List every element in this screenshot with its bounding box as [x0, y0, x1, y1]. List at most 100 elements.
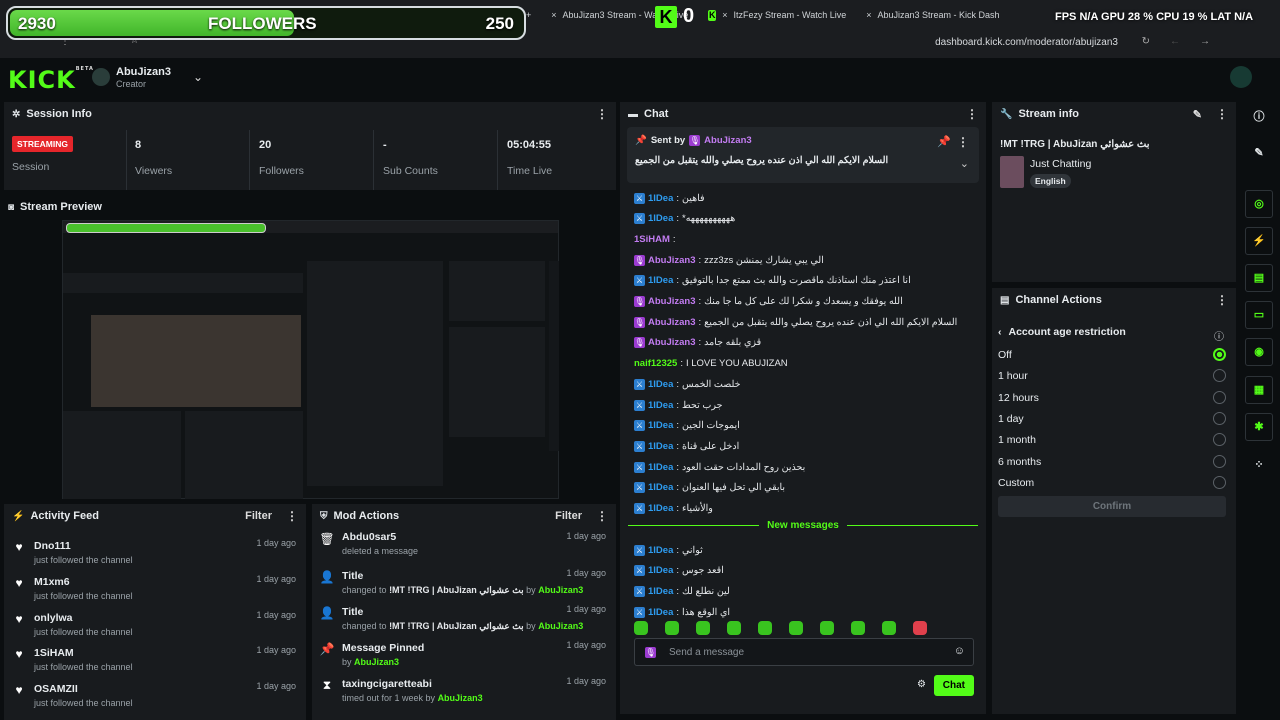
option-12-hours[interactable]: 12 hours [998, 390, 1226, 406]
list-item[interactable]: 🗑 Abdu0sar5 deleted a message 1 day ago [312, 528, 616, 563]
chat-message[interactable]: ⚔ 1IDea: جرب تحط [634, 397, 976, 413]
kick-logo[interactable]: KICKBETA [8, 66, 94, 94]
chat-message[interactable]: ⚔ 1IDea: بحذين روح المدادات حقت العود [634, 459, 976, 475]
emote-icon[interactable] [851, 621, 865, 635]
list-item[interactable]: ⧗ taxingcigaretteabi timed out for 1 week … [312, 670, 616, 705]
chat-username[interactable]: AbuJizan3 [648, 296, 696, 307]
unpin-icon[interactable]: 📌 [937, 135, 951, 148]
broadcast-icon[interactable]: ◉ [1245, 338, 1273, 366]
chat-message[interactable]: ⚔ 1IDea: ثواني [634, 542, 976, 558]
emote-icon[interactable] [882, 621, 896, 635]
confirm-button[interactable]: Confirm [998, 496, 1226, 517]
chat-username[interactable]: 1IDea [648, 545, 673, 556]
wrench-icon[interactable]: ✱ [1245, 413, 1273, 441]
back-icon[interactable]: ← [1170, 36, 1180, 47]
chat-username[interactable]: AbuJizan3 [648, 337, 696, 348]
list-item[interactable]: ♥ M1xm6 just followed the channel 1 day ago [4, 568, 306, 603]
bolt-icon[interactable]: ⚡ [1245, 227, 1273, 255]
chat-message[interactable]: ⚔ 1IDea: *ههههههههههه [634, 211, 976, 227]
chat-username[interactable]: naif12325 [634, 358, 677, 369]
chevron-down-icon[interactable]: ⌄ [193, 70, 203, 84]
chat-message[interactable]: 🎙 AbuJizan3: قزي بلقه جامد [634, 335, 976, 351]
chat-message[interactable]: 🎙 AbuJizan3: zzz3zs الي يبي يشارك يمنشن [634, 252, 976, 268]
list-item[interactable]: 📌 Message Pinned by AbuJizan3 1 day ago [312, 634, 616, 669]
tab-kick-dash[interactable]: × AbuJizan3 Stream - Kick Dash [860, 5, 1005, 25]
chat-username[interactable]: 1SiHAM [634, 234, 670, 245]
chat-message[interactable]: ⚔ 1IDea: اقعد جوس [634, 563, 976, 579]
chat-username[interactable]: 1IDea [648, 420, 673, 431]
category-name[interactable]: Just Chatting [1030, 158, 1091, 170]
chat-username[interactable]: AbuJizan3 [648, 317, 696, 328]
more-icon[interactable]: ⋮ [957, 135, 969, 149]
chat-username[interactable]: 1IDea [648, 379, 673, 390]
more-icon[interactable]: ⋮ [1216, 107, 1228, 121]
option-1-day[interactable]: 1 day [998, 411, 1226, 427]
chat-message[interactable]: 🎙 AbuJizan3: الله يوفقك و يسعدك و شكرا لك … [634, 294, 976, 310]
url-text[interactable]: dashboard.kick.com/moderator/abujizan3 [935, 37, 1118, 48]
pencil-icon[interactable]: ✎ [1193, 108, 1202, 121]
chat-username[interactable]: 1IDea [648, 441, 673, 452]
forward-icon[interactable]: → [1200, 36, 1210, 47]
list-item[interactable]: ♥ 1SiHAM just followed the channel 1 day ag… [4, 639, 306, 674]
chat-message[interactable]: ⚔ 1IDea: ادخل على قناة [634, 438, 976, 454]
pencil-icon[interactable]: ✎ [1245, 140, 1273, 168]
chat-username[interactable]: 1IDea [648, 213, 673, 224]
chat-message[interactable]: ⚔ 1IDea: بابقي الي تحل فيها العنوان [634, 480, 976, 496]
layout-icon[interactable]: ▦ [1245, 376, 1273, 404]
more-icon[interactable]: ⋮ [596, 107, 608, 121]
more-icon[interactable]: ⋮ [1216, 293, 1228, 307]
emote-icon[interactable] [758, 621, 772, 635]
info-icon[interactable]: ⓘ [1214, 328, 1224, 343]
document-icon[interactable]: ▤ [1245, 264, 1273, 292]
more-icon[interactable]: ⋮ [286, 509, 298, 523]
chat-message[interactable]: ⚔ 1IDea: والأشياء [634, 501, 976, 517]
chat-username[interactable]: 1IDea [648, 400, 673, 411]
radio-button[interactable] [1213, 348, 1226, 361]
close-icon[interactable]: × [866, 10, 871, 20]
pinned-message[interactable]: 📌 Sent by 🎙 AbuJizan3 السلام الايكم الله ال… [627, 127, 979, 183]
emote-icon[interactable] [696, 621, 710, 635]
filter-button[interactable]: Filter [555, 510, 582, 522]
chat-message[interactable]: ⚔ 1IDea: فاهين [634, 190, 976, 206]
option-1-hour[interactable]: 1 hour [998, 368, 1226, 384]
emote-icon[interactable] [820, 621, 834, 635]
close-icon[interactable]: × [722, 10, 727, 20]
chat-message[interactable]: naif12325: I LOVE YOU ABUJIZAN [634, 356, 976, 372]
info-icon[interactable]: ⓘ [1245, 104, 1273, 132]
option-6-months[interactable]: 6 months [998, 454, 1226, 470]
radio-button[interactable] [1213, 369, 1226, 383]
radio-button[interactable] [1213, 454, 1226, 468]
chat-message[interactable]: ⚔ 1IDea: ايموجات الجين [634, 418, 976, 434]
stream-preview-video[interactable] [62, 220, 559, 499]
emote-icon[interactable] [789, 621, 803, 635]
chevron-down-icon[interactable]: ⌄ [960, 157, 969, 170]
chat-username[interactable]: 1IDea [648, 275, 673, 286]
camera-icon[interactable]: ◎ [1245, 190, 1273, 218]
chat-message[interactable]: ⚔ 1IDea: اي الوقع هذا [634, 604, 976, 620]
apps-icon[interactable]: ⁘ [1245, 452, 1273, 480]
list-item[interactable]: 👤 Title changed to !MT !TRG | AbuJizan بث … [312, 562, 616, 597]
radio-button[interactable] [1213, 433, 1226, 447]
list-item[interactable]: 👤 Title changed to !MT !TRG | AbuJizan بث … [312, 598, 616, 633]
avatar[interactable] [92, 68, 110, 86]
tab-itzfezy-stream[interactable]: K × ItzFezy Stream - Watch Live [702, 5, 852, 25]
emote-icon[interactable] [634, 621, 648, 635]
more-icon[interactable]: ⋮ [966, 107, 978, 121]
chat-icon[interactable]: ▭ [1245, 301, 1273, 329]
emote-icon[interactable] [665, 621, 679, 635]
chat-username[interactable]: 1IDea [648, 565, 673, 576]
list-item[interactable]: ♥ OSAMZII just followed the channel 1 day a… [4, 675, 306, 710]
list-item[interactable]: ♥ Dno111 just followed the channel 1 day ag… [4, 532, 306, 567]
radio-button[interactable] [1213, 390, 1226, 404]
radio-button[interactable] [1213, 475, 1226, 489]
chat-username[interactable]: 1IDea [648, 193, 673, 204]
chat-message[interactable]: 1SiHAM: [634, 231, 976, 247]
option-off[interactable]: Off [998, 347, 1226, 363]
chat-username[interactable]: 1IDea [648, 462, 673, 473]
list-item[interactable]: ♥ onlylwa just followed the channel 1 day a… [4, 604, 306, 639]
close-icon[interactable]: × [551, 10, 556, 20]
emote-icon[interactable] [727, 621, 741, 635]
chat-username[interactable]: 1IDea [648, 586, 673, 597]
chat-username[interactable]: 1IDea [648, 482, 673, 493]
chat-message[interactable]: ⚔ 1IDea: لين نطلع لك [634, 583, 976, 599]
